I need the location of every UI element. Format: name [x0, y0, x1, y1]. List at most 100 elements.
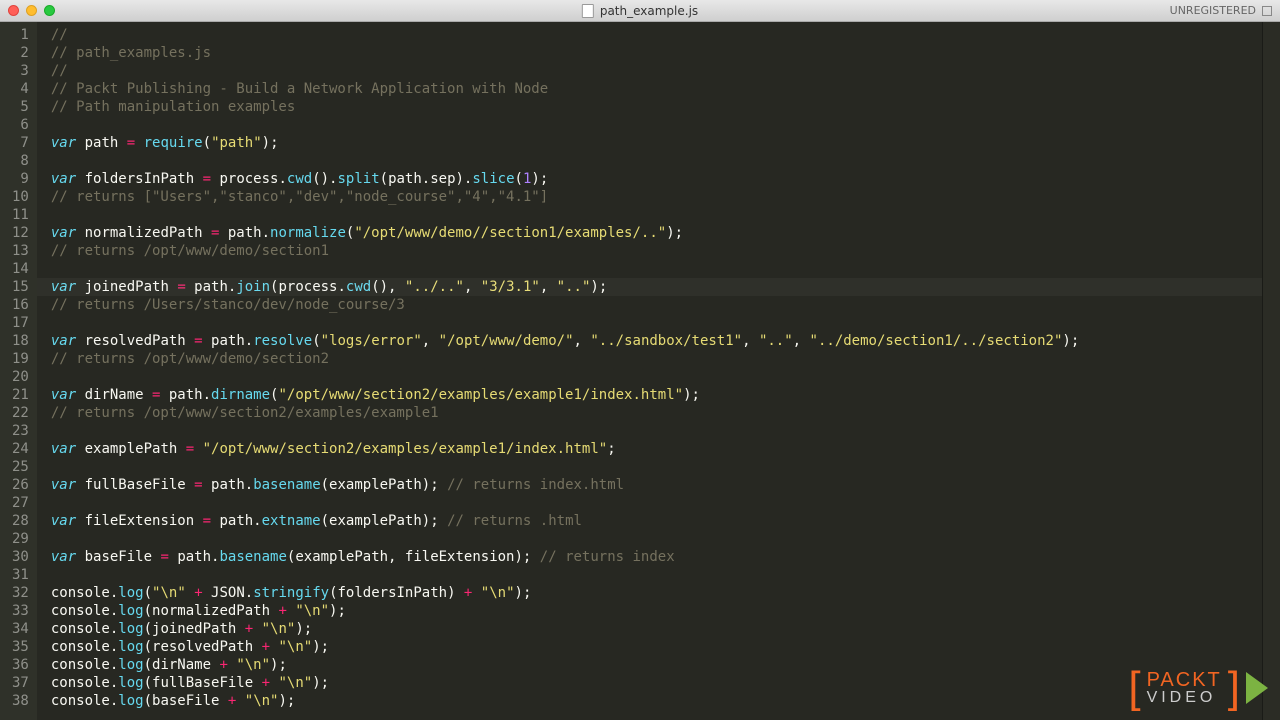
- code-line[interactable]: // returns ["Users","stanco","dev","node…: [51, 188, 1262, 206]
- code-line[interactable]: // returns /opt/www/demo/section2: [51, 350, 1262, 368]
- token-punct: (: [203, 135, 211, 151]
- token-var: (examplePath, fileExtension);: [287, 549, 540, 565]
- code-line[interactable]: [51, 368, 1262, 386]
- code-line[interactable]: console.log(resolvedPath + "\n");: [51, 638, 1262, 656]
- token-var: (foldersInPath): [329, 585, 464, 601]
- editor-area[interactable]: 1234567891011121314151617181920212223242…: [0, 22, 1280, 720]
- code-body[interactable]: //// path_examples.js//// Packt Publishi…: [37, 22, 1262, 720]
- token-var: path.: [203, 333, 254, 349]
- code-line[interactable]: var examplePath = "/opt/www/section2/exa…: [51, 440, 1262, 458]
- token-punct: ,: [422, 333, 439, 349]
- token-op: =: [186, 441, 194, 457]
- code-line[interactable]: // returns /opt/www/section2/examples/ex…: [51, 404, 1262, 422]
- token-op: =: [160, 549, 168, 565]
- code-line[interactable]: [51, 530, 1262, 548]
- token-var: normalizedPath: [76, 225, 211, 241]
- code-line[interactable]: // path_examples.js: [51, 44, 1262, 62]
- code-line[interactable]: var fullBaseFile = path.basename(example…: [51, 476, 1262, 494]
- token-string: "..": [557, 279, 591, 295]
- token-punct: );: [515, 585, 532, 601]
- token-punct: ,: [464, 279, 481, 295]
- code-line[interactable]: [51, 314, 1262, 332]
- code-line[interactable]: [51, 458, 1262, 476]
- minimize-icon[interactable]: [26, 5, 37, 16]
- token-var: console.: [51, 585, 118, 601]
- code-line[interactable]: console.log(normalizedPath + "\n");: [51, 602, 1262, 620]
- code-line[interactable]: var fileExtension = path.extname(example…: [51, 512, 1262, 530]
- token-func: extname: [262, 513, 321, 529]
- line-number: 30: [12, 548, 29, 566]
- token-storage: var: [51, 477, 76, 493]
- code-line[interactable]: console.log(fullBaseFile + "\n");: [51, 674, 1262, 692]
- maximize-icon[interactable]: [44, 5, 55, 16]
- code-line[interactable]: // returns /opt/www/demo/section1: [51, 242, 1262, 260]
- code-line[interactable]: console.log("\n" + JSON.stringify(folder…: [51, 584, 1262, 602]
- token-op: =: [203, 171, 211, 187]
- token-storage: var: [51, 135, 76, 151]
- code-line[interactable]: console.log(dirName + "\n");: [51, 656, 1262, 674]
- code-line[interactable]: //: [51, 62, 1262, 80]
- line-number-gutter: 1234567891011121314151617181920212223242…: [0, 22, 37, 720]
- token-op: =: [203, 513, 211, 529]
- code-line[interactable]: var resolvedPath = path.resolve("logs/er…: [51, 332, 1262, 350]
- code-line[interactable]: [51, 116, 1262, 134]
- expand-icon[interactable]: [1262, 6, 1272, 16]
- token-var: JSON.: [203, 585, 254, 601]
- token-var: [186, 585, 194, 601]
- minimap[interactable]: [1262, 22, 1280, 720]
- token-op: +: [219, 657, 227, 673]
- line-number: 15: [12, 278, 29, 296]
- token-func: basename: [253, 477, 320, 493]
- line-number: 3: [12, 62, 29, 80]
- line-number: 11: [12, 206, 29, 224]
- editor-window: path_example.js UNREGISTERED 12345678910…: [0, 0, 1280, 720]
- code-line[interactable]: // Packt Publishing - Build a Network Ap…: [51, 80, 1262, 98]
- line-number: 4: [12, 80, 29, 98]
- token-var: (dirName: [144, 657, 220, 673]
- token-punct: );: [590, 279, 607, 295]
- token-comment: // returns index: [540, 549, 675, 565]
- titlebar: path_example.js UNREGISTERED: [0, 0, 1280, 22]
- token-string: "\n": [278, 639, 312, 655]
- token-var: path.: [186, 279, 237, 295]
- code-line[interactable]: var joinedPath = path.join(process.cwd()…: [51, 278, 1262, 296]
- code-line[interactable]: [51, 206, 1262, 224]
- token-var: (examplePath);: [321, 477, 447, 493]
- token-func: log: [118, 693, 143, 709]
- code-line[interactable]: var baseFile = path.basename(examplePath…: [51, 548, 1262, 566]
- code-line[interactable]: console.log(joinedPath + "\n");: [51, 620, 1262, 638]
- code-line[interactable]: [51, 566, 1262, 584]
- token-comment: // path_examples.js: [51, 45, 211, 61]
- line-number: 29: [12, 530, 29, 548]
- code-line[interactable]: console.log(baseFile + "\n");: [51, 692, 1262, 710]
- line-number: 6: [12, 116, 29, 134]
- line-number: 12: [12, 224, 29, 242]
- code-line[interactable]: [51, 494, 1262, 512]
- line-number: 32: [12, 584, 29, 602]
- token-storage: var: [51, 225, 76, 241]
- line-number: 20: [12, 368, 29, 386]
- token-punct: ,: [793, 333, 810, 349]
- code-line[interactable]: [51, 422, 1262, 440]
- code-line[interactable]: var foldersInPath = process.cwd().split(…: [51, 170, 1262, 188]
- line-number: 24: [12, 440, 29, 458]
- token-var: [253, 621, 261, 637]
- line-number: 18: [12, 332, 29, 350]
- code-line[interactable]: //: [51, 26, 1262, 44]
- close-icon[interactable]: [8, 5, 19, 16]
- token-func: log: [118, 657, 143, 673]
- token-var: [236, 693, 244, 709]
- code-line[interactable]: var normalizedPath = path.normalize("/op…: [51, 224, 1262, 242]
- token-comment: // returns ["Users","stanco","dev","node…: [51, 189, 548, 205]
- line-number: 22: [12, 404, 29, 422]
- code-line[interactable]: var dirName = path.dirname("/opt/www/sec…: [51, 386, 1262, 404]
- code-line[interactable]: [51, 260, 1262, 278]
- token-var: baseFile: [76, 549, 160, 565]
- code-line[interactable]: // Path manipulation examples: [51, 98, 1262, 116]
- line-number: 10: [12, 188, 29, 206]
- code-line[interactable]: // returns /Users/stanco/dev/node_course…: [51, 296, 1262, 314]
- code-line[interactable]: [51, 152, 1262, 170]
- code-line[interactable]: var path = require("path");: [51, 134, 1262, 152]
- token-func: cwd: [287, 171, 312, 187]
- line-number: 35: [12, 638, 29, 656]
